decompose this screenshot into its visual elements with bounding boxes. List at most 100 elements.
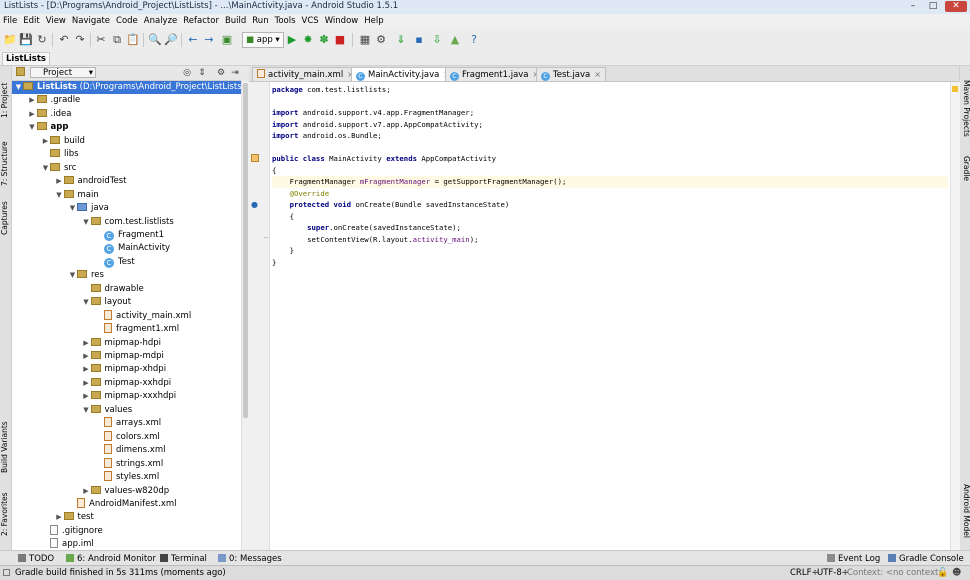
- tree-item[interactable]: strings.xml: [12, 457, 241, 471]
- tool-tab-terminal[interactable]: Terminal: [160, 553, 207, 565]
- menu-edit[interactable]: Edit: [20, 14, 42, 28]
- tree-item[interactable]: C MainActivity: [12, 242, 241, 255]
- menu-refactor[interactable]: Refactor: [180, 14, 222, 28]
- sync-scroll-icon[interactable]: ◎: [180, 66, 194, 80]
- find-icon[interactable]: 🔍: [148, 33, 162, 47]
- tree-item[interactable]: ▶ .idea: [12, 108, 241, 121]
- line-separator-select[interactable]: CRLF÷: [790, 567, 819, 579]
- copy-icon[interactable]: ⧉: [110, 33, 124, 47]
- class-gutter-icon[interactable]: [251, 154, 259, 162]
- context-indicator[interactable]: Context: <no context>: [847, 567, 945, 579]
- tree-item[interactable]: libs: [12, 148, 241, 161]
- tree-item[interactable]: ▶ .gradle: [12, 94, 241, 107]
- expand-down-icon[interactable]: ▼: [14, 81, 23, 94]
- tree-item[interactable]: dimens.xml: [12, 444, 241, 457]
- menu-navigate[interactable]: Navigate: [69, 14, 113, 28]
- inspector-icon[interactable]: ☻: [952, 568, 961, 578]
- project-tree-scrollbar[interactable]: [241, 81, 249, 550]
- redo-icon[interactable]: ↷: [73, 33, 87, 47]
- expand-down-icon[interactable]: ▼: [82, 404, 91, 417]
- override-gutter-icon[interactable]: ●: [251, 200, 258, 209]
- tree-item[interactable]: app.iml: [12, 538, 241, 550]
- make-project-icon[interactable]: ▣: [220, 33, 234, 47]
- editor-tab[interactable]: CMainActivity.java×: [351, 67, 456, 81]
- lock-icon[interactable]: 🔓: [937, 568, 948, 578]
- tree-item[interactable]: .gitignore: [12, 524, 241, 538]
- tree-item[interactable]: ▼ main: [12, 189, 241, 202]
- hide-panel-icon[interactable]: ⇥: [228, 66, 242, 80]
- expand-down-icon[interactable]: ▼: [68, 269, 77, 282]
- run-config-select[interactable]: ■ app ▾: [242, 32, 284, 48]
- editor-tab[interactable]: activity_main.xml×: [252, 67, 359, 81]
- android-monitor-icon[interactable]: ▲: [448, 33, 462, 47]
- expand-right-icon[interactable]: ▶: [82, 337, 91, 350]
- code-editor[interactable]: package com.test.listlists; import andro…: [270, 82, 950, 550]
- menu-help[interactable]: Help: [361, 14, 386, 28]
- expand-down-icon[interactable]: ▼: [82, 296, 91, 309]
- editor-error-stripe[interactable]: [950, 82, 960, 550]
- analysis-status-icon[interactable]: [952, 86, 958, 92]
- collapse-all-icon[interactable]: ⇕: [195, 66, 209, 80]
- expand-right-icon[interactable]: ▶: [28, 108, 37, 121]
- tool-tab-captures[interactable]: Captures: [0, 196, 11, 240]
- expand-right-icon[interactable]: ▶: [41, 135, 50, 148]
- maximize-button[interactable]: □: [924, 1, 942, 12]
- menu-analyze[interactable]: Analyze: [141, 14, 181, 28]
- tree-item[interactable]: ▼ app: [12, 121, 241, 134]
- tree-item[interactable]: ▼ res: [12, 269, 241, 282]
- expand-right-icon[interactable]: ▶: [28, 94, 37, 107]
- tree-item[interactable]: ▼ values: [12, 404, 241, 417]
- tool-tab-android-model[interactable]: Android Model: [960, 476, 970, 546]
- help-icon[interactable]: ?: [467, 33, 481, 47]
- tool-tab-todo[interactable]: TODO: [18, 553, 54, 565]
- expand-down-icon[interactable]: ▼: [82, 216, 91, 229]
- expand-right-icon[interactable]: ▶: [55, 175, 64, 188]
- expand-down-icon[interactable]: ▼: [55, 189, 64, 202]
- tool-tab-event-log[interactable]: Event Log: [827, 553, 880, 565]
- open-folder-icon[interactable]: 📁: [3, 33, 17, 47]
- tree-item[interactable]: ▶ test: [12, 511, 241, 524]
- menu-window[interactable]: Window: [322, 14, 362, 28]
- sdk-manager-icon[interactable]: ⇩: [430, 33, 444, 47]
- tool-tab-favorites[interactable]: 2: Favorites: [0, 488, 11, 540]
- tool-tab-maven[interactable]: Maven Projects: [960, 72, 970, 144]
- tool-tab-structure[interactable]: 7: Structure: [0, 134, 11, 194]
- undo-icon[interactable]: ↶: [57, 33, 71, 47]
- minimize-button[interactable]: –: [904, 1, 922, 12]
- stop-icon[interactable]: ■: [333, 33, 347, 47]
- expand-down-icon[interactable]: ▼: [28, 121, 37, 134]
- close-tab-icon[interactable]: ×: [594, 70, 601, 79]
- tree-item[interactable]: C Fragment1: [12, 229, 241, 242]
- tree-item[interactable]: fragment1.xml: [12, 323, 241, 336]
- project-view-select[interactable]: Project ▾: [30, 67, 96, 78]
- save-all-icon[interactable]: 💾: [19, 33, 33, 47]
- tree-item[interactable]: ▼ java: [12, 202, 241, 215]
- tree-item[interactable]: AndroidManifest.xml: [12, 497, 241, 511]
- tool-tab-gradle-console[interactable]: Gradle Console: [888, 553, 964, 565]
- tree-item[interactable]: ▼ layout: [12, 296, 241, 309]
- tree-item[interactable]: arrays.xml: [12, 417, 241, 430]
- expand-down-icon[interactable]: ▼: [41, 162, 50, 175]
- tool-tab-build-variants[interactable]: Build Variants: [0, 416, 11, 478]
- tree-item[interactable]: ▶ androidTest: [12, 175, 241, 188]
- expand-right-icon[interactable]: ▶: [82, 363, 91, 376]
- tool-tab-messages[interactable]: 0: Messages: [218, 553, 282, 565]
- encoding-select[interactable]: UTF-8÷: [817, 567, 849, 579]
- replace-icon[interactable]: 🔎: [164, 33, 178, 47]
- menu-vcs[interactable]: VCS: [299, 14, 322, 28]
- expand-right-icon[interactable]: ▶: [82, 377, 91, 390]
- tree-item[interactable]: ▶ mipmap-xhdpi: [12, 363, 241, 376]
- expand-right-icon[interactable]: ▶: [82, 390, 91, 403]
- tree-item[interactable]: ▶ values-w820dp: [12, 485, 241, 498]
- gradle-sync-icon[interactable]: ⇓: [394, 33, 408, 47]
- tree-item[interactable]: ▼ com.test.listlists: [12, 216, 241, 229]
- tree-item[interactable]: ▶ build: [12, 135, 241, 148]
- scrollbar-thumb[interactable]: [243, 83, 248, 418]
- paste-icon[interactable]: 📋: [126, 33, 140, 47]
- expand-right-icon[interactable]: ▶: [82, 350, 91, 363]
- tool-tab-gradle[interactable]: Gradle: [960, 150, 970, 186]
- menu-tools[interactable]: Tools: [272, 14, 299, 28]
- tree-item[interactable]: ▶ mipmap-mdpi: [12, 350, 241, 363]
- attach-debugger-icon[interactable]: ✽: [317, 33, 331, 47]
- close-button[interactable]: ✕: [945, 1, 967, 12]
